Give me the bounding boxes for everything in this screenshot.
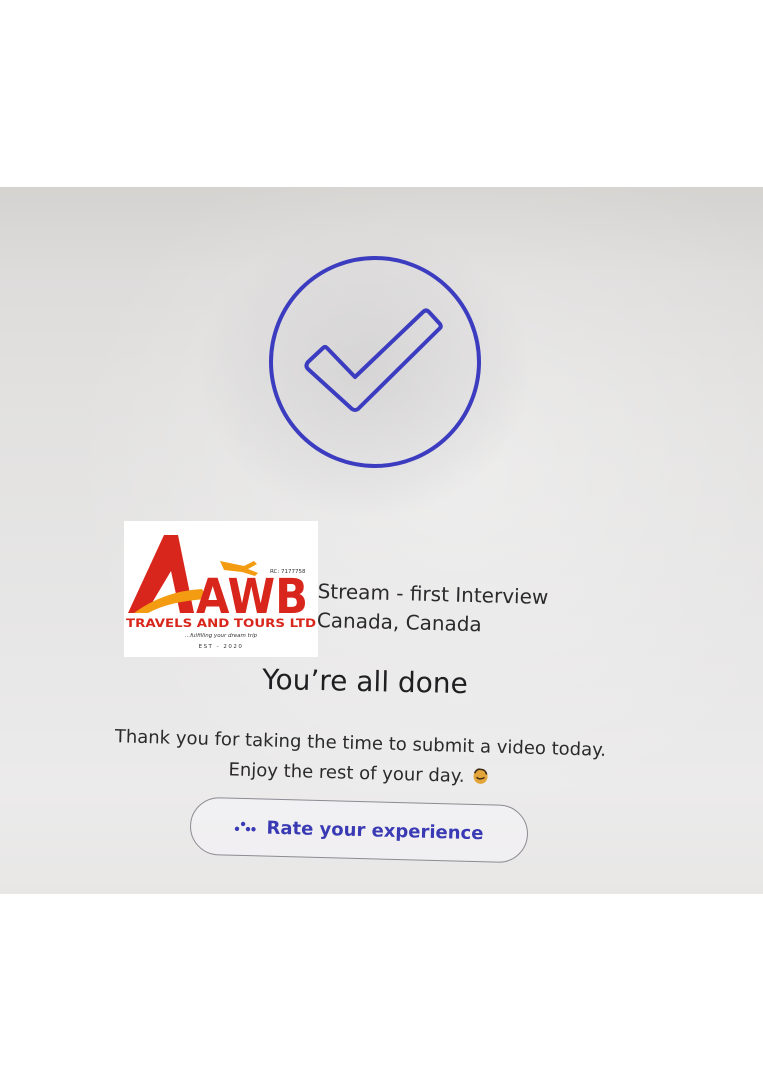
logo-tagline-text: ...fulfilling your dream trip — [185, 633, 258, 639]
sparkle-dots-icon — [235, 821, 257, 832]
interview-info: Stream - first Interview Canada, Canada — [316, 577, 617, 643]
completion-message-line2: Enjoy the rest of your day. — [228, 759, 465, 787]
screen-photo: Stream - first Interview Canada, Canada … — [0, 187, 763, 894]
completion-message: Thank you for taking the time to submit … — [59, 721, 660, 798]
waving-hand-icon — [473, 768, 488, 784]
rate-experience-button[interactable]: Rate your experience — [189, 796, 529, 864]
awb-logo-graphic: RC: 7177758 AWB TRAVELS AND TOURS LTD ..… — [124, 521, 318, 657]
awb-logo: RC: 7177758 AWB TRAVELS AND TOURS LTD ..… — [124, 521, 318, 657]
logo-est-text: EST - 2020 — [199, 644, 244, 650]
success-check-icon — [269, 256, 481, 468]
rate-experience-label: Rate your experience — [266, 817, 484, 844]
logo-company-text: TRAVELS AND TOURS LTD — [126, 616, 316, 630]
completion-title: You’re all done — [261, 662, 469, 701]
